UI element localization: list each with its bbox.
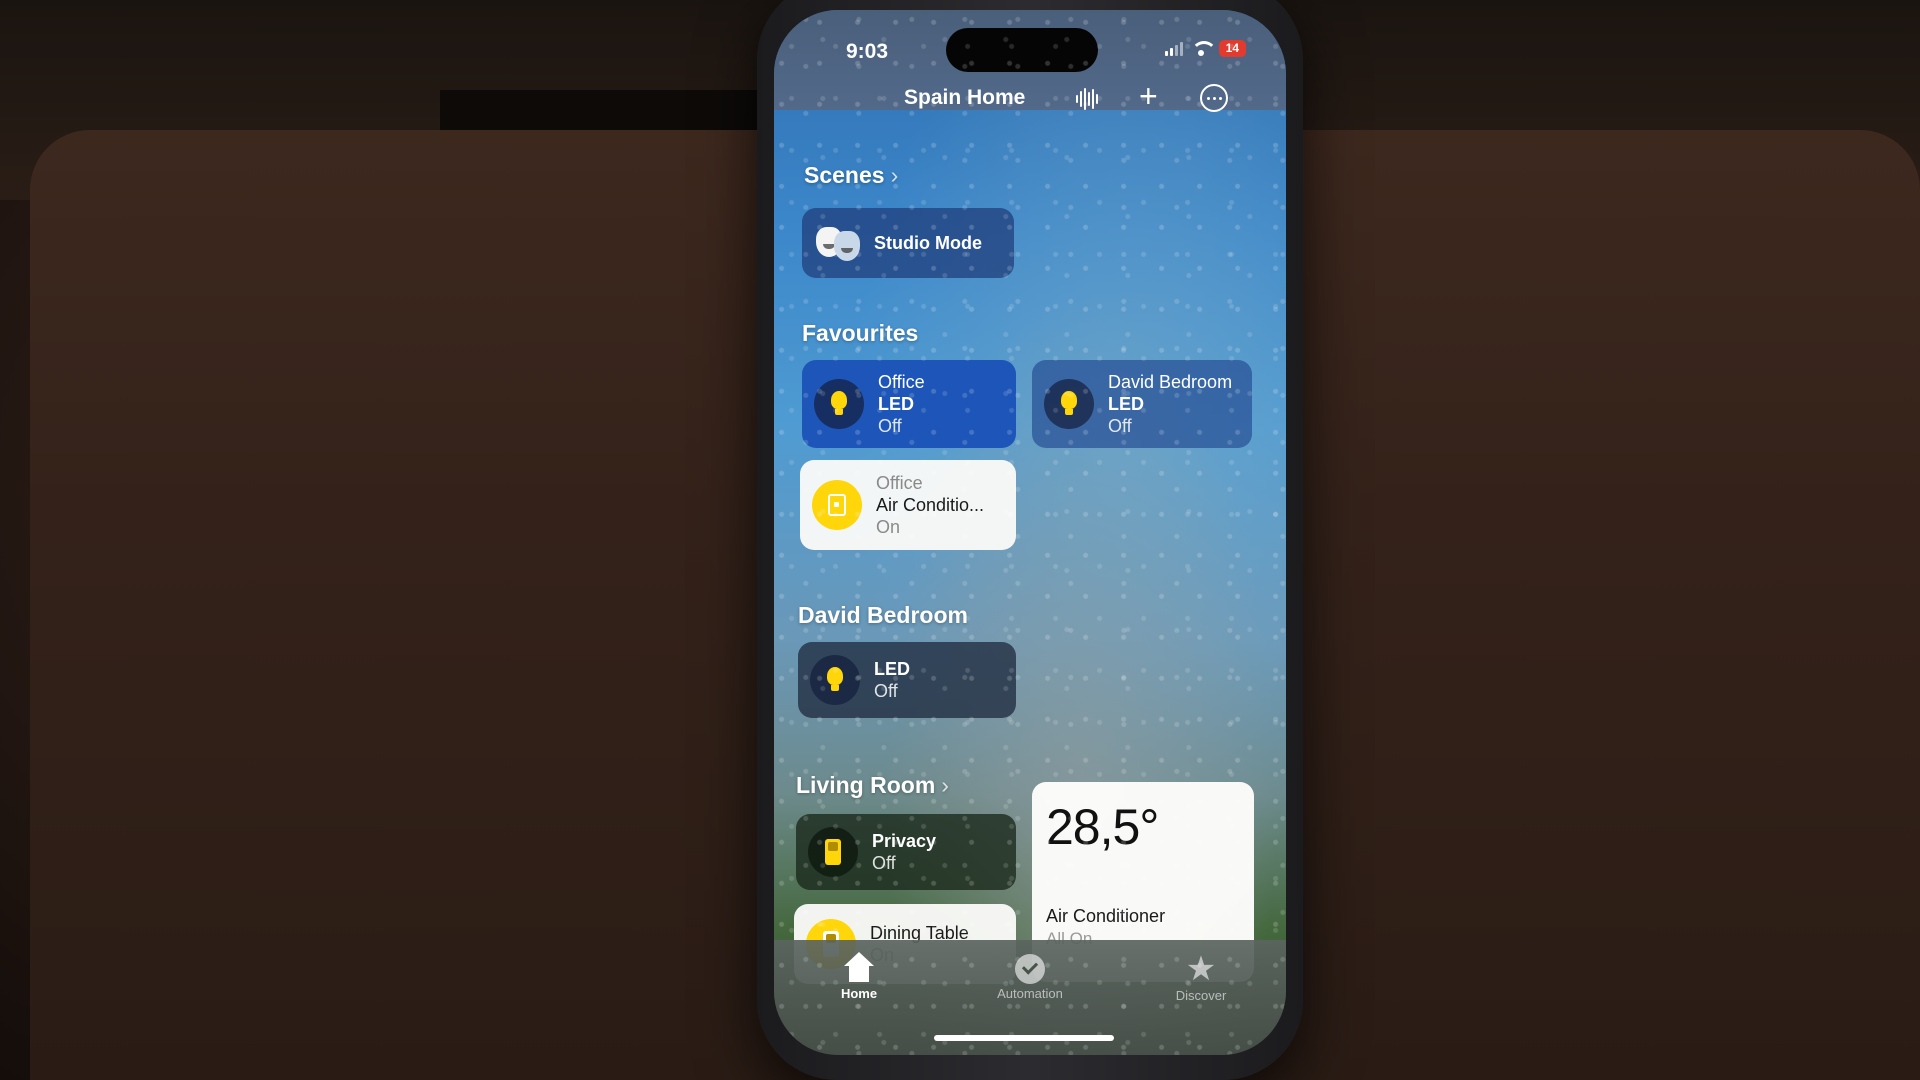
home-indicator[interactable] xyxy=(934,1035,1114,1041)
tile-state: Off xyxy=(1108,416,1132,436)
tile-name: LED xyxy=(874,659,910,679)
tile-name: Air Conditio... xyxy=(876,495,985,515)
phone-frame: 9:03 14 Spain Home + Scenes › Studio Mode… xyxy=(757,0,1303,1080)
switch-icon[interactable] xyxy=(808,827,858,877)
intercom-waveform-icon[interactable] xyxy=(1076,88,1098,110)
thermostat-name: Air Conditioner xyxy=(1046,906,1166,926)
temperature-value: 28,5° xyxy=(1046,799,1159,855)
star-icon: ★ xyxy=(1185,950,1217,988)
theater-masks-icon xyxy=(814,225,864,261)
status-icons: 14 xyxy=(1164,40,1246,57)
lightbulb-icon[interactable] xyxy=(814,379,864,429)
wifi-icon xyxy=(1190,41,1217,56)
tab-bar: Home Automation ★ Discover xyxy=(774,940,1286,1055)
favourites-title: Favourites xyxy=(802,320,919,346)
tile-room: David Bedroom xyxy=(1108,372,1233,392)
cellular-signal-icon xyxy=(1164,41,1183,56)
chevron-right-icon: › xyxy=(890,162,899,188)
clock-check-icon xyxy=(1015,954,1045,984)
favourite-office-air-conditioner[interactable]: Office Air Conditio... On xyxy=(800,460,1016,550)
scenes-header[interactable]: Scenes › xyxy=(804,162,898,189)
air-conditioner-icon[interactable] xyxy=(812,480,862,530)
lightbulb-icon[interactable] xyxy=(1044,379,1094,429)
tab-label: Discover xyxy=(1175,988,1227,1003)
tile-name: LED xyxy=(1108,394,1144,414)
favourite-office-led[interactable]: Office LED Off xyxy=(802,360,1016,448)
living-room-privacy[interactable]: Privacy Off xyxy=(796,814,1016,890)
scene-studio-mode[interactable]: Studio Mode xyxy=(802,208,1014,278)
tile-state: Off xyxy=(878,416,902,436)
tile-room: Office xyxy=(876,473,923,493)
status-time: 9:03 xyxy=(846,40,889,63)
add-icon[interactable]: + xyxy=(1139,80,1158,112)
tile-room: Office xyxy=(878,372,925,392)
scene-label: Studio Mode xyxy=(874,233,982,253)
battery-indicator: 14 xyxy=(1218,40,1246,57)
tile-state: Off xyxy=(872,853,896,873)
tab-home[interactable]: Home xyxy=(799,952,919,1001)
tab-label: Home xyxy=(840,986,878,1001)
lightbulb-icon[interactable] xyxy=(810,655,860,705)
house-icon xyxy=(842,952,876,984)
david-bedroom-led[interactable]: LED Off xyxy=(798,642,1016,718)
living-room-header[interactable]: Living Room › xyxy=(796,772,949,799)
tile-state: On xyxy=(876,517,901,537)
phone-screen: 9:03 14 Spain Home + Scenes › Studio Mode… xyxy=(774,10,1286,1055)
dynamic-island xyxy=(946,28,1098,72)
tile-name: LED xyxy=(878,394,914,414)
favourite-david-bedroom-led[interactable]: David Bedroom LED Off xyxy=(1032,360,1252,448)
scenes-title: Scenes xyxy=(804,162,885,188)
home-title[interactable]: Spain Home xyxy=(904,86,1025,110)
more-options-icon[interactable] xyxy=(1200,84,1228,112)
tile-state: Off xyxy=(874,681,898,701)
tab-automation[interactable]: Automation xyxy=(970,952,1090,1001)
living-room-title: Living Room xyxy=(796,772,936,798)
david-bedroom-title: David Bedroom xyxy=(798,602,968,628)
tile-name: Privacy xyxy=(872,831,937,851)
chevron-right-icon: › xyxy=(941,772,949,798)
tab-label: Automation xyxy=(997,986,1063,1001)
tab-discover[interactable]: ★ Discover xyxy=(1141,952,1261,1003)
